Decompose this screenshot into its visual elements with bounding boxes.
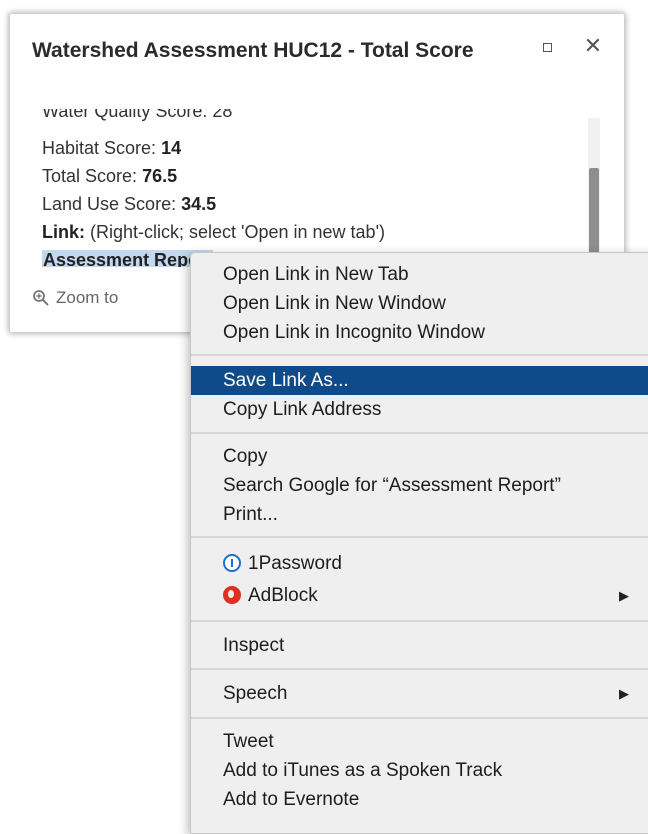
menu-separator: [191, 354, 648, 356]
menu-item-label: Speech: [223, 683, 288, 704]
attr-label: Total Score:: [42, 166, 138, 186]
scrollbar-thumb[interactable]: [589, 168, 599, 263]
menu-item-print[interactable]: Print...: [191, 500, 648, 529]
attr-label: Land Use Score:: [42, 194, 177, 214]
link-label: Link:: [42, 222, 85, 242]
menu-item-speech[interactable]: Speech ▶: [191, 679, 648, 708]
zoom-in-icon: [33, 290, 49, 306]
menu-item-save-link-as[interactable]: Save Link As...: [191, 366, 648, 395]
menu-item-label: 1Password: [248, 553, 342, 574]
menu-separator: [191, 432, 648, 434]
zoom-to-button[interactable]: Zoom to: [32, 288, 118, 308]
menu-item-inspect[interactable]: Inspect: [191, 631, 648, 660]
attr-label: Habitat Score:: [42, 138, 157, 158]
submenu-arrow-icon: ▶: [619, 686, 629, 701]
attr-value: 76.5: [142, 166, 178, 186]
menu-item-add-to-evernote[interactable]: Add to Evernote: [191, 785, 648, 814]
submenu-arrow-icon: ▶: [619, 588, 629, 603]
attr-value: 14: [161, 138, 182, 158]
link-hint: (Right-click; select 'Open in new tab'): [90, 222, 386, 242]
land-use-score-line: Land Use Score: 34.5: [42, 191, 216, 217]
zoom-to-label: Zoom to: [56, 288, 119, 307]
attr-value: 34.5: [181, 194, 217, 214]
adblock-icon: [223, 586, 241, 604]
popup-title: Watershed Assessment HUC12 - Total Score: [32, 39, 474, 62]
menu-item-open-incognito[interactable]: Open Link in Incognito Window: [191, 318, 648, 347]
total-score-line: Total Score: 76.5: [42, 163, 177, 189]
menu-item-label: AdBlock: [248, 585, 318, 606]
menu-item-copy-link-address[interactable]: Copy Link Address: [191, 395, 648, 424]
water-quality-score-line: Water Quality Score: 28: [42, 109, 233, 121]
popup-content: Water Quality Score: 28 Habitat Score: 1…: [40, 109, 592, 267]
menu-separator: [191, 668, 648, 670]
dock-button[interactable]: [539, 39, 555, 55]
assessment-report-line: Assessment Report: [42, 247, 214, 267]
menu-separator: [191, 620, 648, 622]
link-line: Link: (Right-click; select 'Open in new …: [42, 219, 385, 245]
menu-item-tweet[interactable]: Tweet: [191, 727, 648, 756]
menu-item-adblock[interactable]: AdBlock ▶: [191, 581, 648, 610]
menu-separator: [191, 717, 648, 719]
1password-icon: [223, 554, 241, 572]
close-icon: ✕: [583, 33, 603, 58]
context-menu: Open Link in New Tab Open Link in New Wi…: [190, 252, 648, 834]
popup-scrollbar[interactable]: [588, 118, 600, 268]
assessment-report-link[interactable]: Assessment Report: [42, 250, 214, 267]
close-button[interactable]: ✕: [582, 34, 604, 58]
menu-item-open-new-tab[interactable]: Open Link in New Tab: [191, 260, 648, 289]
menu-item-search-google[interactable]: Search Google for “Assessment Report”: [191, 471, 648, 500]
habitat-score-line: Habitat Score: 14: [42, 135, 181, 161]
menu-item-1password[interactable]: 1Password: [191, 549, 648, 578]
menu-item-copy[interactable]: Copy: [191, 442, 648, 471]
dock-icon: [542, 42, 552, 52]
menu-item-open-new-window[interactable]: Open Link in New Window: [191, 289, 648, 318]
menu-separator: [191, 536, 648, 538]
menu-item-add-to-itunes[interactable]: Add to iTunes as a Spoken Track: [191, 756, 648, 785]
